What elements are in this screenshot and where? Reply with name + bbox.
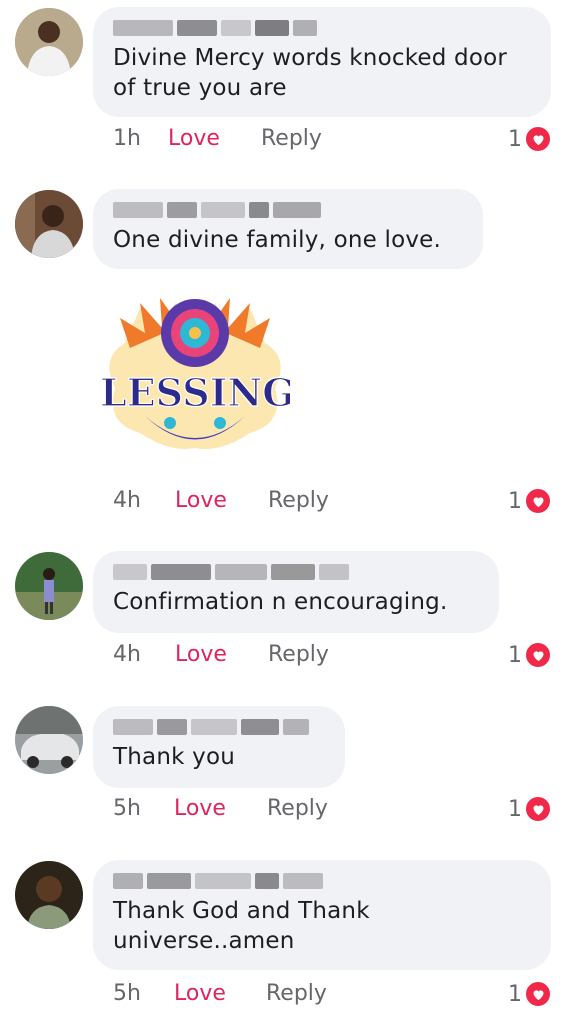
timestamp: 1h xyxy=(113,126,141,151)
reply-button[interactable]: Reply xyxy=(268,488,329,513)
reaction-count[interactable]: 1 xyxy=(508,795,552,823)
comment-actions: 5h Love Reply 1 xyxy=(113,980,552,1011)
reaction-count-value: 1 xyxy=(508,126,522,152)
heart-icon xyxy=(524,980,552,1008)
love-button[interactable]: Love xyxy=(175,642,227,667)
avatar[interactable] xyxy=(15,552,83,620)
timestamp: 4h xyxy=(113,642,141,667)
reaction-count[interactable]: 1 xyxy=(508,641,552,669)
heart-icon xyxy=(524,641,552,669)
comment-bubble[interactable]: Thank you xyxy=(93,706,345,788)
reply-button[interactable]: Reply xyxy=(266,981,327,1006)
reply-button[interactable]: Reply xyxy=(267,796,328,821)
comment-actions: 5h Love Reply 1 xyxy=(113,795,552,826)
love-button[interactable]: Love xyxy=(175,488,227,513)
comment-actions: 1h Love Reply 1 xyxy=(113,125,552,156)
comment-actions: 4h Love Reply 1 xyxy=(113,641,552,672)
comment-bubble[interactable]: Divine Mercy words knocked door of true … xyxy=(93,7,551,117)
comment-actions: 4h Love Reply 1 xyxy=(113,487,552,518)
reaction-count-value: 1 xyxy=(508,488,522,514)
avatar[interactable] xyxy=(15,8,83,76)
timestamp: 5h xyxy=(113,981,141,1006)
love-button[interactable]: Love xyxy=(168,126,220,151)
love-button[interactable]: Love xyxy=(174,796,226,821)
comment-text: Thank you xyxy=(113,744,235,770)
blurred-author-name[interactable] xyxy=(113,716,325,738)
reaction-count-value: 1 xyxy=(508,981,522,1007)
blurred-author-name[interactable] xyxy=(113,561,479,583)
heart-icon xyxy=(524,125,552,153)
love-button[interactable]: Love xyxy=(174,981,226,1006)
heart-icon xyxy=(524,487,552,515)
comment-bubble[interactable]: Confirmation n encouraging. xyxy=(93,551,499,633)
comment-text: Confirmation n encouraging. xyxy=(113,589,448,615)
comment-text: One divine family, one love. xyxy=(113,227,442,253)
blessings-sticker[interactable]: BLESSINGS xyxy=(100,288,290,458)
heart-icon xyxy=(524,795,552,823)
blurred-author-name[interactable] xyxy=(113,199,463,221)
avatar[interactable] xyxy=(15,861,83,929)
reaction-count[interactable]: 1 xyxy=(508,487,552,515)
comment-bubble[interactable]: One divine family, one love. xyxy=(93,189,483,269)
comment-text: Divine Mercy words knocked door of true … xyxy=(113,45,508,101)
blurred-author-name[interactable] xyxy=(113,870,531,892)
reaction-count-value: 1 xyxy=(508,642,522,668)
sticker-text: BLESSINGS xyxy=(100,370,290,415)
reaction-count[interactable]: 1 xyxy=(508,980,552,1008)
timestamp: 4h xyxy=(113,488,141,513)
reaction-count[interactable]: 1 xyxy=(508,125,552,153)
reaction-count-value: 1 xyxy=(508,796,522,822)
comment-bubble[interactable]: Thank God and Thank universe..amen xyxy=(93,860,551,970)
avatar[interactable] xyxy=(15,190,83,258)
timestamp: 5h xyxy=(113,796,141,821)
avatar[interactable] xyxy=(15,706,83,774)
comment-text: Thank God and Thank universe..amen xyxy=(113,898,370,954)
reply-button[interactable]: Reply xyxy=(268,642,329,667)
reply-button[interactable]: Reply xyxy=(261,126,322,151)
blurred-author-name[interactable] xyxy=(113,17,531,39)
